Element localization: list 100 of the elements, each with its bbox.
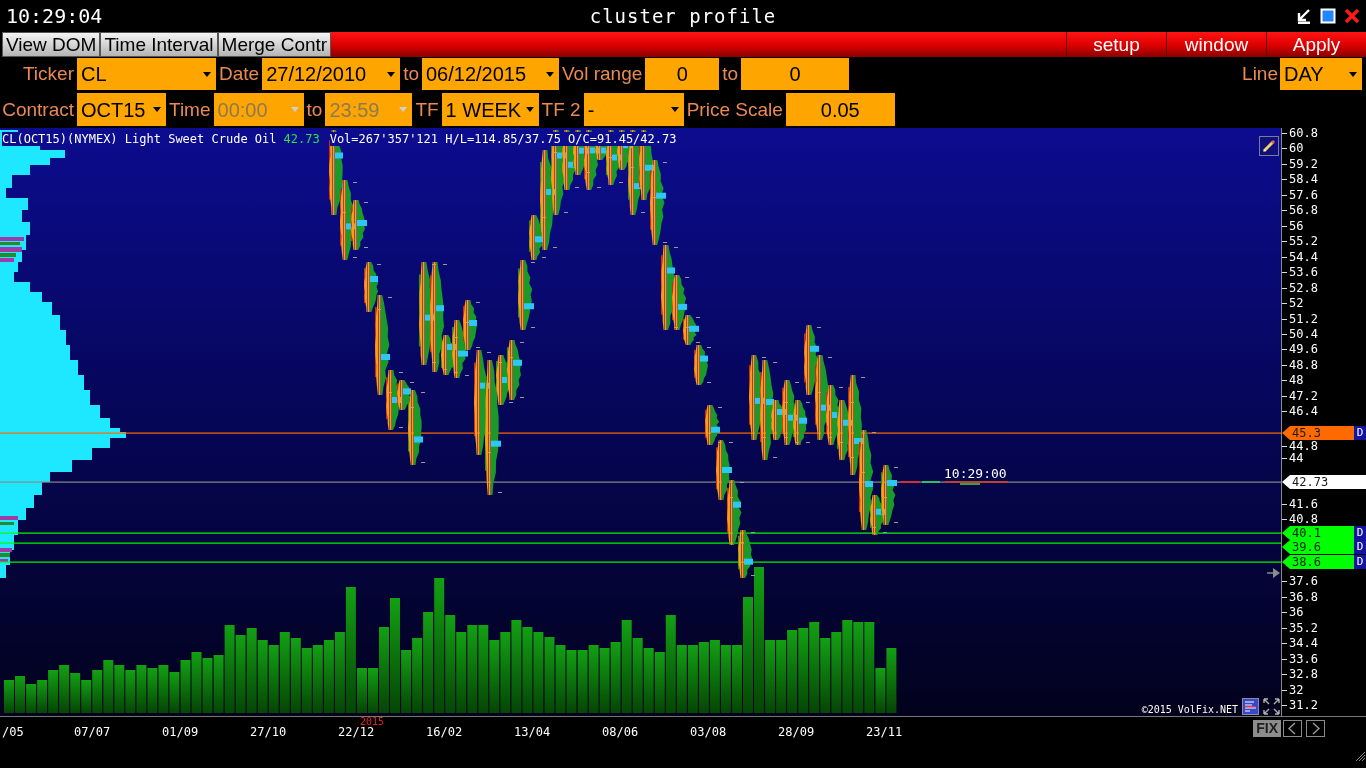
level-flag: D — [1354, 426, 1366, 440]
caret-icon — [290, 107, 299, 112]
input-field[interactable]: 0 — [741, 58, 850, 90]
input-field[interactable]: 0 — [645, 58, 720, 90]
axis-label: 34.4 — [1282, 637, 1318, 649]
clock: 10:29:04 — [6, 5, 103, 27]
minimize-icon[interactable] — [1296, 8, 1312, 24]
axis-label: 47.2 — [1282, 390, 1318, 402]
toolbar-button[interactable]: View DOM — [2, 32, 101, 57]
field-label: TF 2 — [541, 98, 581, 121]
time-marker-label: 10:29:00 — [944, 467, 1007, 480]
axis-label: 52.8 — [1282, 282, 1318, 294]
axis-label: 44 — [1282, 452, 1304, 464]
axis-label: 52 — [1282, 297, 1304, 309]
price-tag: 40.1 — [1282, 526, 1354, 540]
axis-label: 36 — [1282, 606, 1304, 618]
caret-icon — [203, 71, 211, 77]
field-label: to — [403, 63, 419, 85]
arrow-marker-icon — [1267, 567, 1280, 578]
field-label: Time — [169, 98, 211, 121]
chart-stats: Vol=267'357'121 H/L=114.85/37.75 O/C=91.45/42.73 — [329, 132, 677, 146]
field-label: TF — [415, 98, 439, 121]
axis-label: 53.6 — [1282, 266, 1318, 278]
axis-label: 60 — [1282, 142, 1304, 154]
axis-label: 48.8 — [1282, 359, 1318, 371]
axis-label: 40.8 — [1282, 513, 1318, 525]
field-label: Date — [219, 63, 260, 85]
dropdown[interactable]: - — [583, 93, 684, 126]
axis-label: 01/09 — [162, 726, 199, 738]
axis-label: 58.4 — [1282, 173, 1318, 185]
menu-button[interactable]: Apply — [1266, 32, 1366, 57]
window-title: cluster profile — [589, 5, 777, 27]
axis-label: 35.2 — [1282, 622, 1318, 634]
fix-button[interactable]: FIX — [1253, 720, 1281, 737]
axis-label: 03/08 — [690, 726, 727, 738]
axis-label: 48 — [1282, 374, 1304, 386]
dropdown[interactable]: OCT15 — [77, 93, 166, 126]
dropdown[interactable]: CL — [77, 58, 216, 90]
axis-label: 60.8 — [1282, 127, 1318, 139]
axis-label: 22/12 — [338, 726, 375, 738]
axis-label: 13/04 — [514, 726, 551, 738]
axis-label: 07/07 — [74, 726, 111, 738]
caret-icon — [670, 107, 679, 112]
axis-label: 56.8 — [1282, 204, 1318, 216]
dropdown[interactable]: 27/12/2010 — [262, 58, 401, 90]
caret-icon — [387, 71, 396, 77]
level-flag: D — [1354, 555, 1366, 569]
axis-label: 50.4 — [1282, 328, 1318, 340]
chevron-left-icon[interactable] — [1283, 720, 1302, 737]
axis-label: 44.8 — [1282, 440, 1318, 452]
copyright-text: ©2015 VolFix.NET — [1141, 704, 1238, 715]
pencil-icon[interactable] — [1259, 135, 1279, 156]
menu-button[interactable]: window — [1166, 32, 1266, 57]
axis-label: 41.6 — [1282, 498, 1318, 510]
axis-label: 56 — [1282, 220, 1304, 232]
caret-icon — [399, 107, 408, 112]
resize-grip-icon[interactable] — [1355, 750, 1365, 761]
field-label: Price Scale — [686, 98, 783, 121]
expand-icon[interactable] — [1263, 698, 1280, 715]
axis-label: 32.8 — [1282, 668, 1318, 680]
caret-icon — [525, 107, 534, 112]
axis-label: 27/10 — [250, 726, 287, 738]
field-label: Ticker — [21, 63, 74, 85]
field-label: Line — [1242, 63, 1278, 85]
axis-label: 32 — [1282, 684, 1304, 696]
axis-label: 54.4 — [1282, 251, 1318, 263]
dropdown[interactable]: 1 WEEK — [441, 93, 539, 126]
price-tag: 38.6 — [1282, 555, 1354, 569]
axis-label: 31.2 — [1282, 699, 1318, 711]
chevron-right-icon[interactable] — [1306, 720, 1325, 737]
axis-label: 33.6 — [1282, 653, 1318, 665]
axis-label: 37.6 — [1282, 575, 1318, 587]
toolbar-button[interactable]: Time Interval — [100, 32, 218, 57]
axis-label: 36.8 — [1282, 591, 1318, 603]
axis-label: 49.6 — [1282, 343, 1318, 355]
last-price: 42.73 — [283, 132, 320, 146]
input-field[interactable]: 0.05 — [785, 93, 895, 126]
current-price-tag: 42.73 — [1282, 475, 1366, 489]
axis-label: 08/06 — [602, 726, 639, 738]
field-label: to — [306, 98, 323, 121]
price-tag: 39.6 — [1282, 540, 1354, 554]
toolbar-button[interactable]: Merge Contr — [217, 32, 332, 57]
caret-icon — [1349, 71, 1357, 77]
instrument-title: CL(OCT15)(NYMEX) Light Sweet Crude Oil — [2, 132, 277, 146]
axis-label: 57.6 — [1282, 189, 1318, 201]
field-label: Contract — [2, 98, 74, 121]
level-flag: D — [1354, 540, 1366, 554]
close-icon[interactable] — [1344, 8, 1360, 24]
caret-icon — [153, 107, 161, 112]
dropdown[interactable]: DAY — [1280, 58, 1362, 90]
field-label: to — [722, 63, 739, 85]
axis-label: /05 — [2, 726, 24, 738]
menu-button[interactable]: setup — [1066, 32, 1166, 57]
dropdown[interactable]: 06/12/2015 — [422, 58, 559, 90]
restore-icon[interactable] — [1320, 8, 1336, 24]
field-label: Vol range — [562, 63, 643, 85]
axis-label: 46.4 — [1282, 405, 1318, 417]
axis-label: 59.2 — [1282, 158, 1318, 170]
axis-label: 16/02 — [426, 726, 463, 738]
level-flag: D — [1354, 526, 1366, 540]
